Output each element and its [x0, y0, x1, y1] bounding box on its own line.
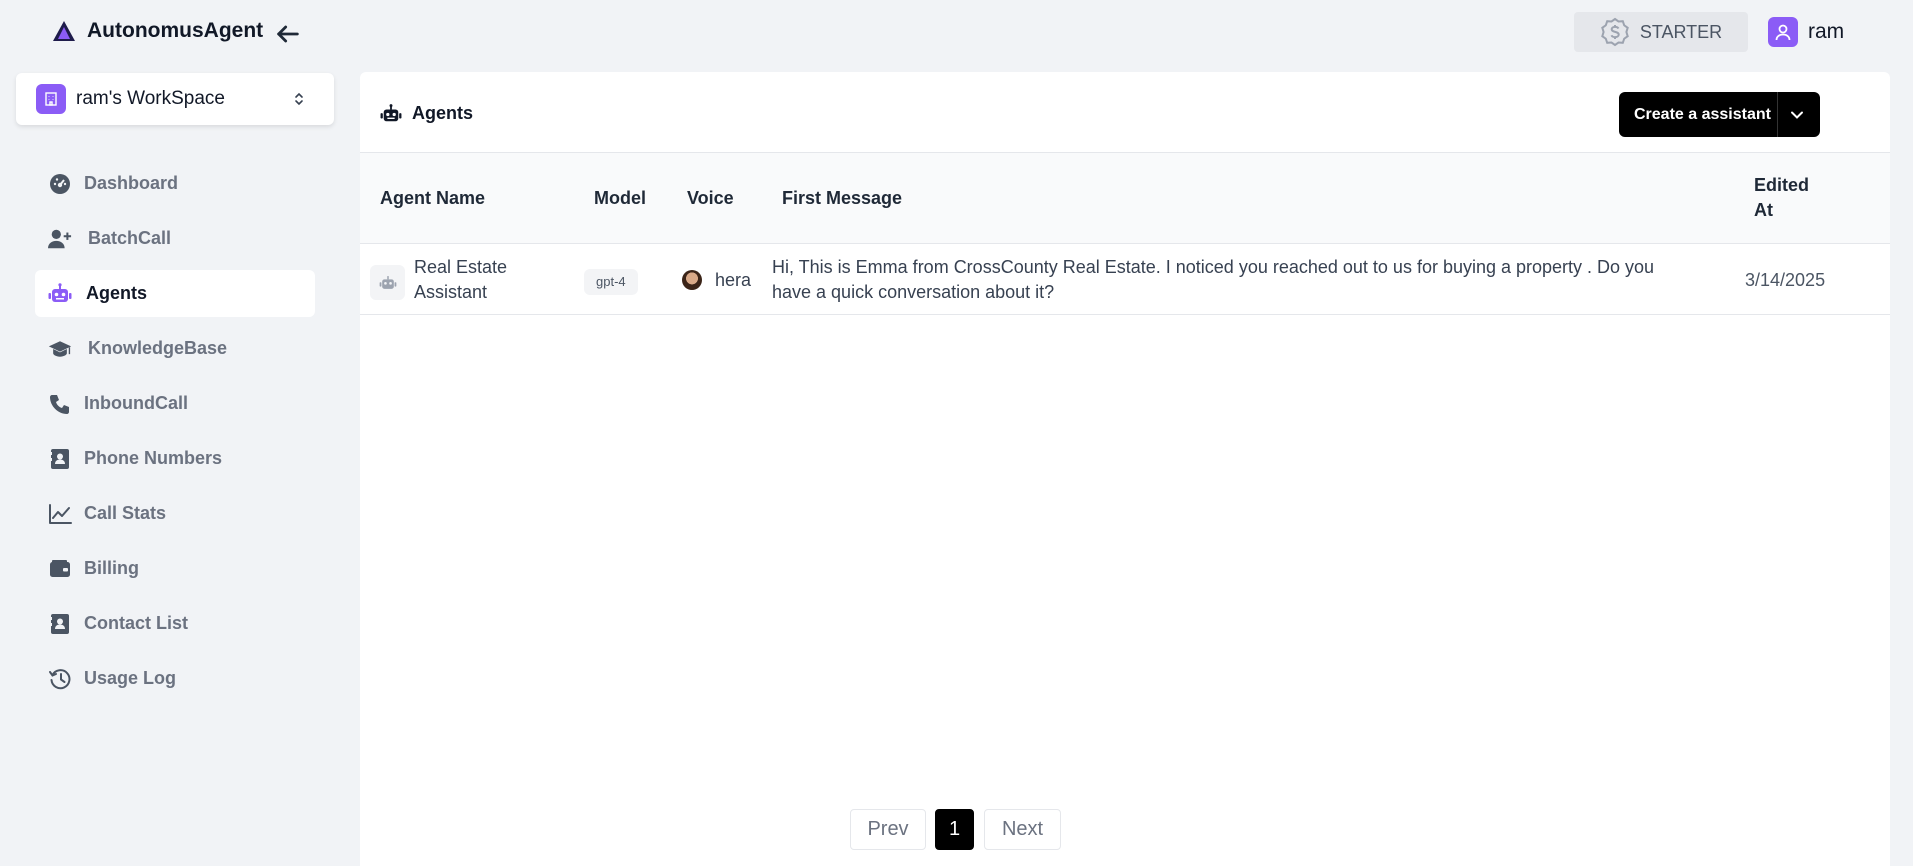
- sidebar-item-label: BatchCall: [88, 228, 172, 248]
- column-first-message[interactable]: First Message: [782, 186, 902, 211]
- user-menu[interactable]: ram: [1768, 17, 1844, 47]
- workspace-selector[interactable]: ram's WorkSpace: [16, 73, 334, 125]
- current-page-button[interactable]: 1: [935, 809, 974, 850]
- create-assistant-button[interactable]: Create a assistant: [1619, 92, 1820, 137]
- dashboard-icon: [48, 172, 72, 196]
- sidebar-item-label: Phone Numbers: [84, 448, 223, 468]
- next-page-button[interactable]: Next: [984, 809, 1061, 850]
- column-edited-at-line2: At: [1754, 200, 1773, 220]
- sidebar-item-knowledgebase[interactable]: KnowledgeBase: [35, 325, 315, 372]
- sidebar-item-phone-numbers[interactable]: Phone Numbers: [35, 435, 315, 482]
- sidebar-item-dashboard[interactable]: Dashboard: [35, 160, 315, 207]
- column-voice[interactable]: Voice: [687, 186, 734, 211]
- first-message-line1: Hi, This is Emma from CrossCounty Real E…: [772, 257, 1655, 277]
- table-row[interactable]: Real Estate Assistant gpt-4 hera Hi, Thi…: [360, 244, 1890, 315]
- table-header: Agent Name Model Voice First Message Edi…: [360, 153, 1890, 244]
- voice-avatar: [682, 270, 702, 290]
- page-title: Agents: [380, 103, 473, 124]
- sidebar-item-usage-log[interactable]: Usage Log: [35, 655, 315, 702]
- agent-name-cell[interactable]: Real Estate Assistant: [414, 255, 507, 305]
- robot-icon: [48, 282, 72, 306]
- workspace-icon: [36, 84, 66, 114]
- sidebar-item-billing[interactable]: Billing: [35, 545, 315, 592]
- pagination: Prev 1 Next: [850, 809, 1061, 850]
- model-badge: gpt-4: [584, 269, 638, 295]
- line-chart-icon: [48, 502, 72, 526]
- sidebar-item-agents[interactable]: Agents: [35, 270, 315, 317]
- agent-name-line2: Assistant: [414, 282, 488, 302]
- avatar: [1768, 17, 1798, 47]
- prev-page-button[interactable]: Prev: [850, 809, 926, 850]
- sidebar-item-label: Billing: [84, 558, 139, 578]
- sidebar-item-inboundcall[interactable]: InboundCall: [35, 380, 315, 427]
- chevron-up-down-icon: [295, 92, 303, 106]
- history-icon: [48, 667, 72, 691]
- chevron-down-icon[interactable]: [1790, 108, 1804, 122]
- agent-name-line1: Real Estate: [414, 257, 508, 277]
- sidebar-item-label: Call Stats: [84, 503, 167, 523]
- back-arrow-icon[interactable]: [274, 20, 302, 48]
- sidebar-item-label: InboundCall: [84, 393, 188, 413]
- robot-icon: [379, 275, 396, 289]
- plan-label: STARTER: [1639, 21, 1723, 42]
- graduation-cap-icon: [48, 337, 72, 361]
- create-assistant-label: Create a assistant: [1634, 105, 1771, 123]
- wallet-icon: [48, 557, 72, 581]
- top-bar: AutonomusAgent STARTER ram: [0, 0, 1913, 66]
- sidebar-item-call-stats[interactable]: Call Stats: [35, 490, 315, 537]
- page-title-label: Agents: [412, 103, 474, 123]
- first-message-line2: have a quick conversation about it?: [772, 282, 1055, 302]
- user-plus-icon: [48, 227, 72, 251]
- user-icon: [1775, 24, 1791, 41]
- building-icon: [45, 92, 57, 106]
- phone-icon: [48, 392, 72, 416]
- column-edited-at-line1: Edited: [1754, 175, 1810, 195]
- workspace-name: ram's WorkSpace: [76, 88, 225, 109]
- agent-avatar: [370, 265, 405, 300]
- contact-book-icon: [48, 612, 72, 636]
- sidebar-item-label: Agents: [86, 283, 148, 303]
- column-edited-at[interactable]: Edited At: [1754, 173, 1809, 223]
- brand-name: AutonomusAgent: [87, 19, 264, 42]
- column-agent-name[interactable]: Agent Name: [380, 186, 485, 211]
- main-header: Agents Create a assistant: [360, 72, 1890, 153]
- main-panel: Agents Create a assistant Agent Name Mod…: [360, 72, 1890, 866]
- sidebar-item-label: Usage Log: [84, 668, 177, 688]
- dollar-badge-icon: [1600, 17, 1629, 47]
- voice-cell: hera: [715, 270, 752, 290]
- sidebar-item-batchcall[interactable]: BatchCall: [35, 215, 315, 262]
- sidebar-nav: Dashboard BatchCall Agents KnowledgeBase…: [35, 160, 315, 710]
- brand[interactable]: AutonomusAgent: [52, 19, 263, 43]
- column-model[interactable]: Model: [594, 186, 646, 211]
- user-name: ram: [1808, 20, 1845, 43]
- button-divider: [1777, 92, 1778, 137]
- sidebar-item-label: Contact List: [84, 613, 189, 633]
- first-message-cell: Hi, This is Emma from CrossCounty Real E…: [772, 255, 1654, 305]
- sidebar-item-contact-list[interactable]: Contact List: [35, 600, 315, 647]
- edited-at-cell: 3/14/2025: [1745, 270, 1826, 290]
- brand-logo-icon: [53, 21, 75, 41]
- contact-book-icon: [48, 447, 72, 471]
- plan-badge[interactable]: STARTER: [1574, 12, 1748, 52]
- robot-icon: [380, 103, 402, 121]
- sidebar-item-label: KnowledgeBase: [88, 338, 228, 358]
- sidebar-item-label: Dashboard: [84, 173, 179, 193]
